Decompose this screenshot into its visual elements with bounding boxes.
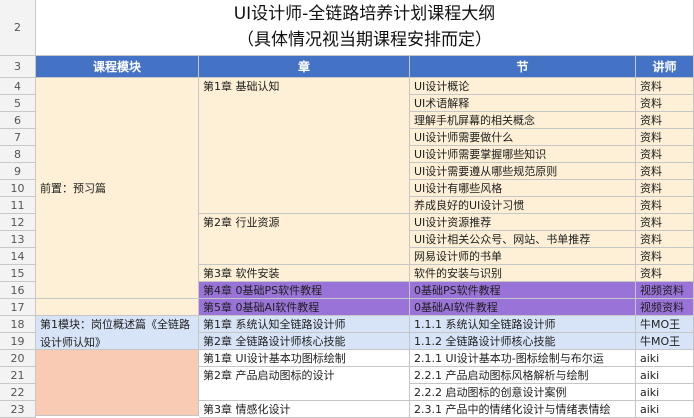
header-section[interactable]: 节 [410, 56, 636, 78]
section-cell[interactable]: 0基础AI软件教程 [410, 299, 636, 316]
chapter-ps-cell[interactable]: 第4章 0基础PS软件教程 [199, 282, 410, 299]
row-header-16[interactable]: 16 [0, 282, 36, 299]
lecturer-cell[interactable]: 资料 [636, 214, 694, 231]
row-header-22[interactable]: 22 [0, 384, 36, 401]
chapter-m1-2-cell[interactable]: 第2章 全链路设计师核心技能 [199, 333, 410, 350]
row-header-11[interactable]: 11 [0, 197, 36, 214]
chapter-ai-cell[interactable]: 第5章 0基础AI软件教程 [199, 299, 410, 316]
lecturer-cell[interactable]: 牛MO王 [636, 316, 694, 333]
lecturer-cell[interactable]: 资料 [636, 163, 694, 180]
row-header-17[interactable]: 17 [0, 299, 36, 316]
section-cell[interactable]: 理解手机屏幕的相关概念 [410, 112, 636, 129]
chapter-resources-cell[interactable]: 第2章 行业资源 [199, 214, 410, 265]
lecturer-cell[interactable]: 资料 [636, 197, 694, 214]
section-cell[interactable]: 2.1.1 UI设计基本功-图标绘制与布尔运 [410, 350, 636, 367]
row-header-19[interactable]: 19 [0, 333, 36, 350]
lecturer-cell[interactable]: 资料 [636, 180, 694, 197]
module-blank-cell[interactable] [36, 299, 199, 316]
lecturer-cell[interactable]: 牛MO王 [636, 333, 694, 350]
row-header-20[interactable]: 20 [0, 350, 36, 367]
chapter-icon-1-cell[interactable]: 第1章 UI设计基本功图标绘制 [199, 350, 410, 367]
sheet-title-cell[interactable]: UI设计师-全链路培养计划课程大纲 （具体情况视当期课程安排而定） [36, 0, 694, 56]
section-cell[interactable]: 2.2.1 产品启动图标风格解析与绘制 [410, 367, 636, 384]
row-header-3[interactable]: 3 [0, 56, 36, 78]
spreadsheet-grid: 2 3 4 5 6 7 8 9 10 11 12 13 14 15 16 17 18 19 20 21 22 23 U… [0, 0, 694, 418]
lecturer-cell[interactable]: aiki [636, 401, 694, 418]
section-cell[interactable]: 2.2.2 启动图标的创意设计案例 [410, 384, 636, 401]
section-cell[interactable]: UI设计师需要做什么 [410, 129, 636, 146]
chapter-icon-2-cell[interactable]: 第2章 产品启动图标的设计 [199, 367, 410, 401]
lecturer-cell[interactable]: aiki [636, 350, 694, 367]
lecturer-cell[interactable]: 资料 [636, 248, 694, 265]
section-cell[interactable]: 0基础PS软件教程 [410, 282, 636, 299]
chapter-m1-1-cell[interactable]: 第1章 系统认知全链路设计师 [199, 316, 410, 333]
section-cell[interactable]: 2.3.1 产品中的情绪化设计与情绪表情绘 [410, 401, 636, 418]
header-lecturer[interactable]: 讲师 [636, 56, 694, 78]
lecturer-cell[interactable]: 资料 [636, 146, 694, 163]
sheet-title: UI设计师-全链路培养计划课程大纲 [233, 4, 496, 24]
module-2-cell[interactable] [36, 350, 199, 416]
chapter-software-cell[interactable]: 第3章 软件安装 [199, 265, 410, 282]
section-cell[interactable]: UI设计有哪些风格 [410, 180, 636, 197]
row-header-14[interactable]: 14 [0, 248, 36, 265]
section-cell[interactable]: UI术语解释 [410, 95, 636, 112]
section-cell[interactable]: UI设计需要遵从哪些规范原则 [410, 163, 636, 180]
lecturer-cell[interactable]: 资料 [636, 78, 694, 95]
header-module[interactable]: 课程模块 [36, 56, 199, 78]
lecturer-cell[interactable]: 资料 [636, 265, 694, 282]
row-header-9[interactable]: 9 [0, 163, 36, 180]
section-cell[interactable]: 网易设计师的书单 [410, 248, 636, 265]
row-header-4[interactable]: 4 [0, 78, 36, 95]
row-header-13[interactable]: 13 [0, 231, 36, 248]
sheet-subtitle: （具体情况视当期课程安排而定） [237, 30, 492, 50]
row-header-12[interactable]: 12 [0, 214, 36, 231]
header-chapter[interactable]: 章 [199, 56, 410, 78]
row-header-21[interactable]: 21 [0, 367, 36, 384]
section-cell[interactable]: UI设计资源推荐 [410, 214, 636, 231]
section-cell[interactable]: 软件的安装与识别 [410, 265, 636, 282]
chapter-basic-cell[interactable]: 第1章 基础认知 [199, 78, 410, 214]
row-header-5[interactable]: 5 [0, 95, 36, 112]
row-header-7[interactable]: 7 [0, 129, 36, 146]
section-cell[interactable]: UI设计师需要掌握哪些知识 [410, 146, 636, 163]
lecturer-cell[interactable]: 资料 [636, 95, 694, 112]
module-prestudy-cell[interactable]: 前置：预习篇 [36, 78, 199, 299]
section-cell[interactable]: UI设计相关公众号、网站、书单推荐 [410, 231, 636, 248]
lecturer-cell[interactable]: 视频资料 [636, 282, 694, 299]
row-header-15[interactable]: 15 [0, 265, 36, 282]
lecturer-cell[interactable]: 资料 [636, 112, 694, 129]
section-cell[interactable]: 1.1.1 系统认知全链路设计师 [410, 316, 636, 333]
chapter-icon-3-cell[interactable]: 第3章 情感化设计 [199, 401, 410, 418]
lecturer-cell[interactable]: aiki [636, 384, 694, 401]
row-header-6[interactable]: 6 [0, 112, 36, 129]
section-cell[interactable]: UI设计概论 [410, 78, 636, 95]
row-header-18[interactable]: 18 [0, 316, 36, 333]
lecturer-cell[interactable]: 资料 [636, 231, 694, 248]
module-1-cell[interactable]: 第1模块：岗位概述篇《全链路设计师认知》 [36, 316, 199, 350]
row-header-8[interactable]: 8 [0, 146, 36, 163]
row-header-10[interactable]: 10 [0, 180, 36, 197]
lecturer-cell[interactable]: aiki [636, 367, 694, 384]
section-cell[interactable]: 养成良好的UI设计习惯 [410, 197, 636, 214]
lecturer-cell[interactable]: 资料 [636, 129, 694, 146]
row-header-23[interactable]: 23 [0, 401, 36, 418]
section-cell[interactable]: 1.1.2 全链路设计师核心技能 [410, 333, 636, 350]
lecturer-cell[interactable]: 视频资料 [636, 299, 694, 316]
row-header-2[interactable]: 2 [0, 0, 36, 56]
